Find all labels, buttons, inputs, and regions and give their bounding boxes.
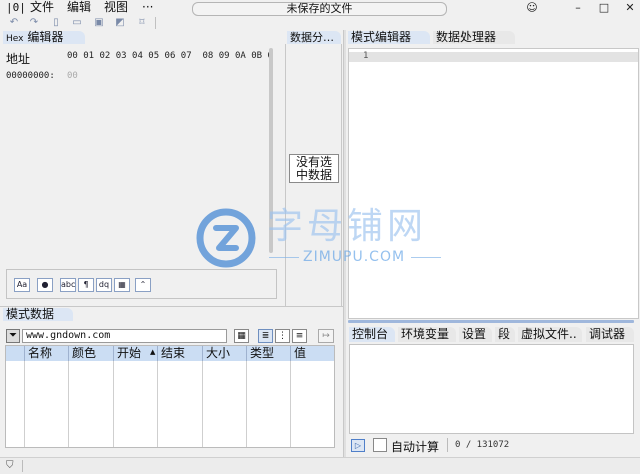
title-bar: |0| 文件 编辑 视图 ··· 未保存的文件 ☺ – □ ✕	[0, 0, 640, 16]
highlight-button[interactable]: ●	[37, 278, 53, 292]
table-button[interactable]: ▦	[114, 278, 130, 292]
encoding-button[interactable]: dq	[96, 278, 112, 292]
auto-calc-checkbox[interactable]	[373, 438, 387, 452]
filter-input[interactable]: www.gndown.com	[22, 329, 227, 343]
line-number: 1	[363, 51, 369, 61]
new-file-icon[interactable]: ▯	[50, 17, 62, 28]
console-divider	[447, 438, 448, 452]
hex-header: 地址 00 01 02 03 04 05 06 07 08 09 0A 0B 0	[5, 50, 280, 66]
column-divider	[24, 361, 25, 447]
open-file-icon[interactable]: ▭	[71, 17, 83, 28]
column-divider	[202, 361, 203, 447]
column-divider	[68, 361, 69, 447]
tab-pattern-editor[interactable]: 模式编辑器	[348, 31, 430, 44]
column-end[interactable]: 结束	[157, 346, 202, 361]
save-icon[interactable]: ▣	[93, 17, 105, 28]
console-bottom-bar: ▷ 自动计算 0 / 131072	[349, 436, 634, 454]
hex-columns: 00 01 02 03 04 05 06 07 08 09 0A 0B 0	[67, 51, 273, 61]
analyzer-tab-strip: 数据分…	[286, 31, 342, 44]
tree-view-icon[interactable]: ⋮	[275, 329, 290, 343]
status-divider	[22, 460, 23, 472]
case-sensitive-button[interactable]: Aa	[14, 278, 30, 292]
hex-tab-label: 编辑器	[27, 30, 64, 44]
column-divider	[113, 361, 114, 447]
no-selection-line2: 中数据	[295, 168, 332, 182]
hex-search-tools: Aa ● abc ¶ dq ▦ ⌃	[6, 269, 277, 299]
tab-sections[interactable]: 段	[495, 327, 515, 342]
menu-more[interactable]: ···	[142, 0, 153, 15]
redo-icon[interactable]: ↷	[28, 17, 40, 28]
maximize-button[interactable]: □	[594, 0, 614, 15]
column-color[interactable]: 颜色	[68, 346, 113, 361]
tab-data-processor[interactable]: 数据处理器	[433, 31, 515, 44]
pattern-code-editor[interactable]	[348, 48, 639, 319]
tab-settings[interactable]: 设置	[459, 327, 492, 342]
watermark: 字母铺网 ZIMUPU.COM	[195, 207, 455, 269]
hex-tab-strip: Hex 编辑器	[1, 31, 284, 44]
window-title: 未保存的文件	[192, 2, 447, 16]
toolbar: ↶ ↷ ▯ ▭ ▣ ◩ ⌑	[0, 16, 640, 30]
tab-data-analyzer[interactable]: 数据分…	[287, 31, 341, 44]
column-divider	[157, 361, 158, 447]
column-start[interactable]: 开始 ▲	[113, 346, 157, 361]
console-tab-strip: 控制台 环境变量 设置 段 虚拟文件.. 调试器	[348, 322, 634, 342]
string-button[interactable]: abc	[60, 278, 76, 292]
auto-calc-label: 自动计算	[391, 440, 440, 454]
watermark-rule-right	[411, 257, 441, 258]
watermark-subtitle: ZIMUPU.COM	[303, 249, 406, 265]
row-address: 00000000:	[6, 71, 55, 81]
save-as-icon[interactable]: ◩	[114, 17, 126, 28]
minimize-button[interactable]: –	[568, 0, 588, 15]
watermark-logo-icon	[196, 208, 256, 268]
undo-icon[interactable]: ↶	[8, 17, 20, 28]
column-size[interactable]: 大小	[202, 346, 246, 361]
sort-ascending-icon: ▲	[150, 348, 156, 356]
shield-icon[interactable]: ⛉	[6, 460, 14, 471]
app-logo-icon: |0|	[6, 1, 26, 14]
current-line-highlight: 1	[349, 51, 638, 62]
progress-text: 0 / 131072	[455, 440, 510, 450]
no-selection-message: 没有选 中数据	[289, 154, 339, 183]
status-bar: ⛉	[0, 457, 640, 474]
paragraph-button[interactable]: ¶	[78, 278, 94, 292]
menu-edit[interactable]: 编辑	[67, 0, 91, 15]
toolbar-divider	[155, 17, 156, 29]
watermark-rule-left	[269, 257, 299, 258]
pattern-data-tab-strip: 模式数据	[1, 307, 343, 321]
run-icon[interactable]: ▷	[351, 439, 365, 452]
column-value[interactable]: 值	[290, 346, 334, 361]
table-header-check	[6, 346, 24, 361]
tab-environment-variables[interactable]: 环境变量	[398, 327, 456, 342]
tab-console[interactable]: 控制台	[349, 327, 395, 342]
table-header: 名称 颜色 开始 ▲ 结束 大小 类型 值	[6, 346, 334, 361]
emoji-icon[interactable]: ☺	[522, 0, 542, 15]
pattern-editor-tab-strip: 模式编辑器 数据处理器	[347, 31, 639, 44]
column-divider	[290, 361, 291, 447]
column-name[interactable]: 名称	[24, 346, 68, 361]
column-type[interactable]: 类型	[246, 346, 290, 361]
tab-debugger[interactable]: 调试器	[586, 327, 634, 342]
column-divider	[246, 361, 247, 447]
watermark-title: 字母铺网	[267, 206, 428, 247]
hex-tab-prefix: Hex	[6, 34, 24, 44]
bookmark-icon[interactable]: ⌑	[136, 17, 148, 28]
console-output[interactable]	[349, 344, 634, 434]
tab-hex-editor[interactable]: Hex 编辑器	[3, 31, 85, 44]
hex-cell[interactable]: 00	[67, 71, 78, 81]
tab-virtual-files[interactable]: 虚拟文件..	[518, 327, 582, 342]
menu-file[interactable]: 文件	[30, 0, 54, 15]
menu-view[interactable]: 视图	[104, 0, 128, 15]
address-label: 地址	[6, 52, 31, 66]
expand-width-icon[interactable]: ↦	[318, 329, 334, 343]
list-view-icon[interactable]: ≡	[292, 329, 307, 343]
grid-view-icon[interactable]: ▦	[234, 329, 249, 343]
align-left-icon[interactable]: ≣	[258, 329, 273, 343]
collapse-button[interactable]: ⌃	[135, 278, 151, 292]
column-start-label: 开始	[117, 346, 142, 360]
tab-pattern-data[interactable]: 模式数据	[3, 308, 73, 321]
filter-icon[interactable]: ⏷	[6, 329, 20, 343]
close-button[interactable]: ✕	[620, 0, 640, 15]
